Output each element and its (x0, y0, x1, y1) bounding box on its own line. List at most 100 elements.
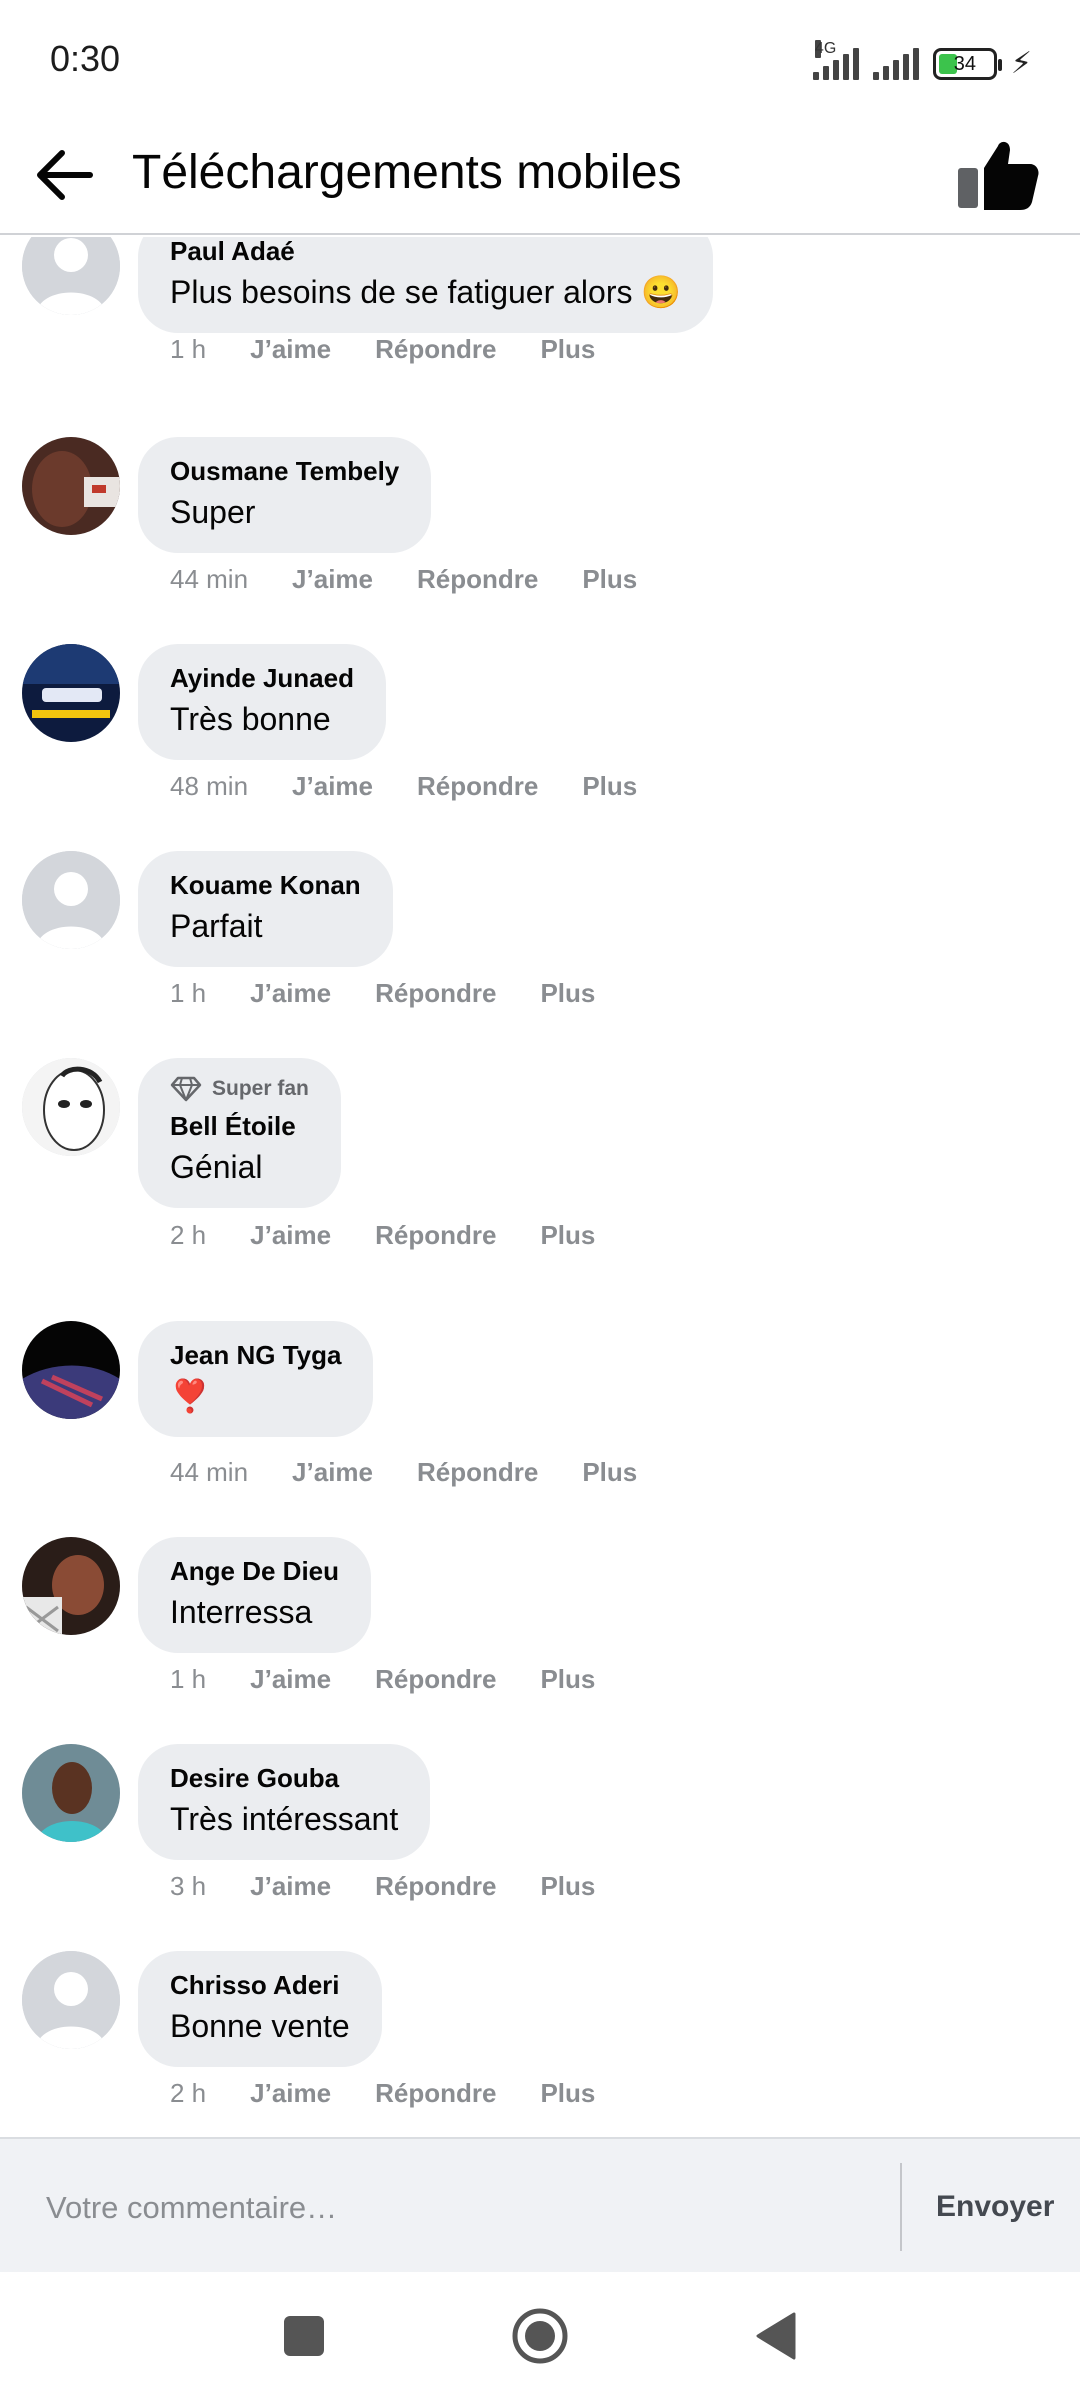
reply-button[interactable]: Répondre (375, 2076, 496, 2110)
reply-button[interactable]: Répondre (375, 1869, 496, 1903)
comment-author[interactable]: Paul Adaé (170, 237, 681, 269)
back-nav-button[interactable] (746, 2306, 806, 2366)
reply-button[interactable]: Répondre (417, 1455, 538, 1489)
more-button[interactable]: Plus (540, 1218, 595, 1252)
like-page-button[interactable] (950, 129, 1046, 221)
home-circle-icon (512, 2308, 568, 2364)
comment-bubble[interactable]: Ousmane Tembely Super (138, 437, 432, 553)
like-button[interactable]: J’aime (250, 332, 331, 366)
battery-icon: 34 (932, 48, 1002, 80)
diamond-icon (170, 1076, 202, 1102)
mobile-signal-2-icon (872, 48, 919, 80)
reply-button[interactable]: Répondre (375, 1218, 496, 1252)
default-avatar-icon (22, 237, 120, 315)
more-button[interactable]: Plus (540, 976, 595, 1010)
comment-time: 1 h (170, 1664, 207, 1694)
comment-author[interactable]: Ange De Dieu (170, 1553, 339, 1589)
avatar[interactable] (22, 1951, 120, 2049)
comment-author[interactable]: Ayinde Junaed (170, 660, 354, 696)
more-button[interactable]: Plus (540, 2076, 595, 2110)
comment-bubble[interactable]: Paul Adaé Plus besoins de se fatiguer al… (138, 237, 714, 333)
like-button[interactable]: J’aime (292, 562, 373, 596)
avatar[interactable] (22, 237, 120, 315)
more-button[interactable]: Plus (540, 1869, 595, 1903)
more-button[interactable]: Plus (540, 1662, 595, 1696)
recents-button[interactable] (274, 2306, 334, 2366)
comment-input[interactable] (44, 2183, 864, 2233)
comment-time: 44 min (170, 1457, 249, 1487)
comment-text: Bonne vente (170, 2008, 350, 2044)
arrow-left-icon (37, 150, 93, 200)
charging-icon: ⚡︎ (1010, 47, 1032, 80)
avatar[interactable] (22, 851, 120, 949)
comment-actions: 44 min J’aime Répondre Plus (170, 562, 637, 596)
comment-text: Très bonne (170, 701, 331, 737)
more-button[interactable]: Plus (582, 1455, 637, 1489)
comment-bubble[interactable]: Ange De Dieu Interressa (138, 1537, 372, 1653)
reply-button[interactable]: Répondre (375, 976, 496, 1010)
default-avatar-icon (22, 1951, 120, 2049)
recents-square-icon (284, 2316, 324, 2356)
reply-button[interactable]: Répondre (417, 562, 538, 596)
reply-button[interactable]: Répondre (375, 1662, 496, 1696)
comment-actions: 3 h J’aime Répondre Plus (170, 1869, 595, 1903)
comment-time: 48 min (170, 771, 249, 801)
like-button[interactable]: J’aime (250, 1662, 331, 1696)
mobile-signal-icon: 4G (812, 40, 859, 80)
status-icons: 4G 34 ⚡︎ (812, 40, 1032, 80)
comment-author[interactable]: Chrisso Aderi (170, 1967, 350, 2003)
comment-bubble[interactable]: Chrisso Aderi Bonne vente (138, 1951, 382, 2067)
system-nav-bar (0, 2272, 1080, 2400)
more-button[interactable]: Plus (582, 562, 637, 596)
comment-author[interactable]: Ousmane Tembely (170, 453, 399, 489)
avatar[interactable] (22, 1744, 120, 1842)
comment-actions: 1 h J’aime Répondre Plus (170, 976, 595, 1010)
comment-text: Super (170, 494, 256, 530)
like-button[interactable]: J’aime (250, 976, 331, 1010)
comment-bubble[interactable]: Kouame Konan Parfait (138, 851, 393, 967)
send-button[interactable]: Envoyer (936, 2183, 1054, 2231)
more-button[interactable]: Plus (582, 769, 637, 803)
comment-bubble[interactable]: Jean NG Tyga ❣️ (138, 1321, 374, 1437)
like-button[interactable]: J’aime (292, 769, 373, 803)
avatar[interactable] (22, 644, 120, 742)
avatar[interactable] (22, 1321, 120, 1419)
user-photo-icon (22, 1058, 120, 1156)
avatar[interactable] (22, 437, 120, 535)
comments-list[interactable]: Paul Adaé Plus besoins de se fatiguer al… (0, 237, 1080, 2137)
more-button[interactable]: Plus (540, 332, 595, 366)
comment-time: 2 h (170, 1220, 207, 1250)
reply-button[interactable]: Répondre (375, 332, 496, 366)
comment-time: 1 h (170, 334, 207, 364)
reply-button[interactable]: Répondre (417, 769, 538, 803)
avatar[interactable] (22, 1058, 120, 1156)
like-button[interactable]: J’aime (250, 2076, 331, 2110)
comment-author[interactable]: Desire Gouba (170, 1760, 398, 1796)
comment-author[interactable]: Jean NG Tyga (170, 1337, 341, 1373)
user-photo-icon (22, 1744, 120, 1842)
comment-time: 3 h (170, 1871, 207, 1901)
comment-bubble[interactable]: Super fan Bell Étoile Génial (138, 1058, 341, 1208)
avatar[interactable] (22, 1537, 120, 1635)
user-photo-icon (22, 1537, 120, 1635)
battery-level-text: 34 (953, 52, 977, 75)
comment-actions: 1 h J’aime Répondre Plus (170, 332, 595, 366)
comment-text: ❣️ (170, 1378, 210, 1414)
comment-bubble[interactable]: Ayinde Junaed Très bonne (138, 644, 386, 760)
user-photo-icon (22, 437, 120, 535)
comment-author[interactable]: Kouame Konan (170, 867, 361, 903)
comment-actions: 2 h J’aime Répondre Plus (170, 2076, 595, 2110)
default-avatar-icon (22, 851, 120, 949)
thumbs-up-icon (958, 141, 1039, 210)
like-button[interactable]: J’aime (250, 1218, 331, 1252)
comment-time: 1 h (170, 978, 207, 1008)
comment-author[interactable]: Bell Étoile (170, 1108, 309, 1144)
network-type-label: 4G (814, 40, 837, 58)
comment-bubble[interactable]: Desire Gouba Très intéressant (138, 1744, 431, 1860)
like-button[interactable]: J’aime (250, 1869, 331, 1903)
like-button[interactable]: J’aime (292, 1455, 373, 1489)
back-button[interactable] (28, 139, 100, 211)
super-fan-badge: Super fan (170, 1074, 309, 1104)
home-button[interactable] (510, 2306, 570, 2366)
badge-label: Super fan (212, 1077, 309, 1100)
